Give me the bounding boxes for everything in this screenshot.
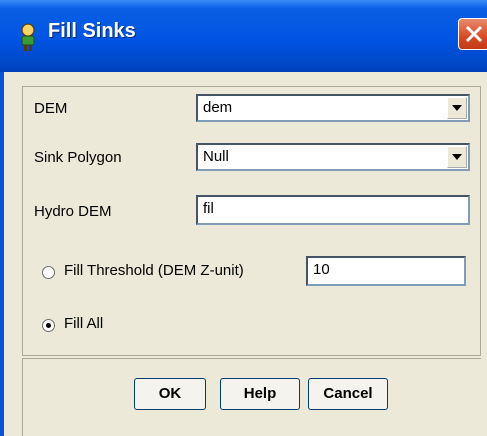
chevron-down-icon bbox=[452, 154, 462, 160]
chevron-down-icon bbox=[452, 105, 462, 111]
close-button[interactable] bbox=[458, 18, 487, 50]
sink-polygon-combo[interactable]: Null bbox=[196, 143, 470, 171]
fill-threshold-radio[interactable] bbox=[42, 266, 55, 279]
hydro-dem-value: fil bbox=[203, 200, 214, 217]
fill-all-radio[interactable] bbox=[42, 319, 55, 332]
fill-threshold-label: Fill Threshold (DEM Z-unit) bbox=[64, 262, 244, 279]
sink-polygon-label: Sink Polygon bbox=[34, 149, 122, 166]
fill-all-label: Fill All bbox=[64, 315, 104, 332]
title-bar[interactable]: Fill Sinks bbox=[0, 0, 487, 72]
cancel-button[interactable]: Cancel bbox=[308, 378, 388, 410]
globe-person-icon bbox=[21, 23, 35, 51]
sink-polygon-dropdown-button[interactable] bbox=[447, 146, 467, 168]
dem-combo[interactable]: dem bbox=[196, 94, 470, 122]
dem-dropdown-button[interactable] bbox=[447, 97, 467, 119]
help-button[interactable]: Help bbox=[220, 378, 300, 410]
fill-threshold-value: 10 bbox=[313, 261, 330, 278]
close-icon bbox=[465, 25, 483, 43]
sink-polygon-value: Null bbox=[203, 148, 229, 165]
fill-threshold-input[interactable]: 10 bbox=[306, 256, 466, 286]
dem-value: dem bbox=[203, 99, 233, 116]
dem-label: DEM bbox=[34, 100, 68, 117]
ok-button[interactable]: OK bbox=[134, 378, 206, 410]
dialog-title: Fill Sinks bbox=[48, 20, 136, 42]
hydro-dem-label: Hydro DEM bbox=[34, 203, 112, 220]
hydro-dem-input[interactable]: fil bbox=[196, 195, 470, 225]
